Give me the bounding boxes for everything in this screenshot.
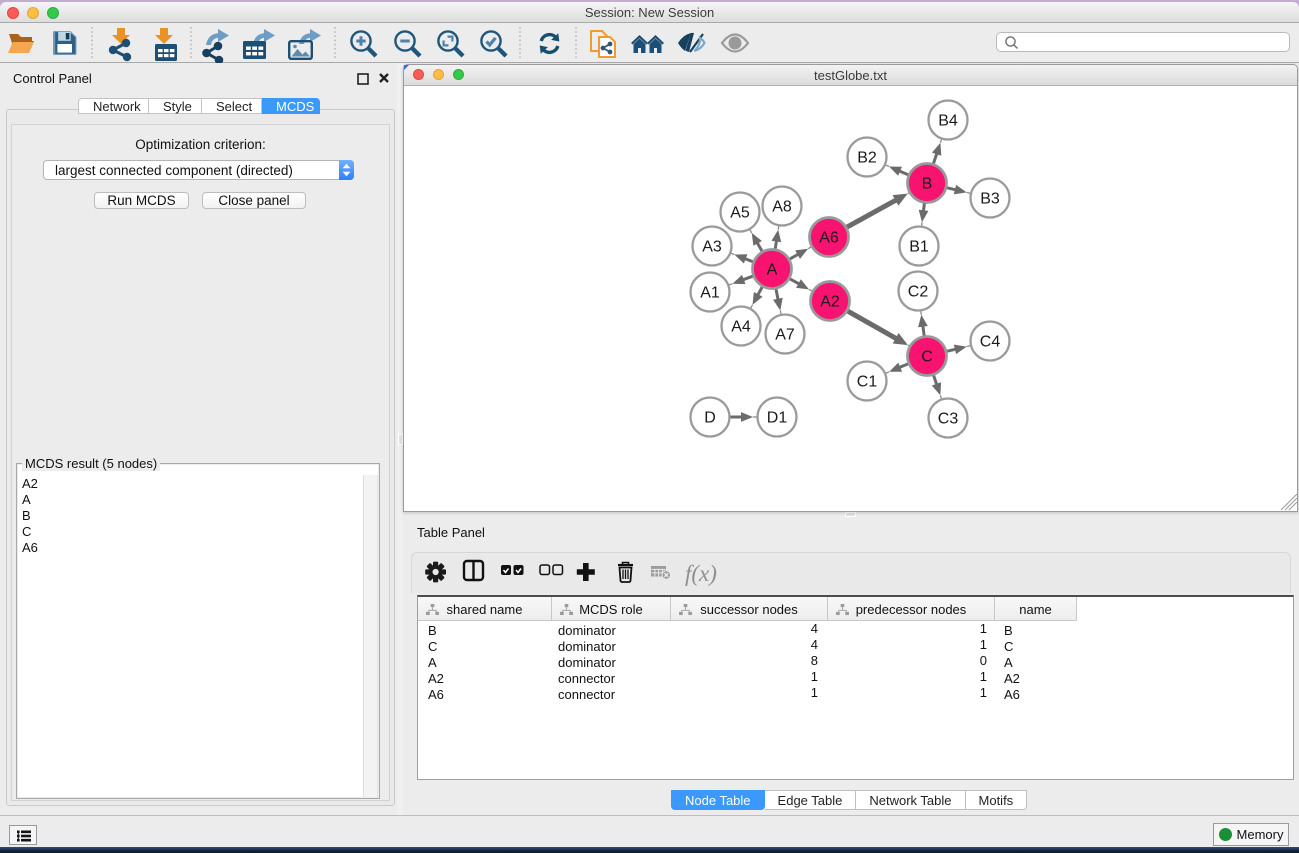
svg-text:B: B [922,176,933,193]
svg-text:C: C [921,349,933,366]
svg-text:B3: B3 [980,191,1000,208]
svg-text:A3: A3 [702,239,722,256]
svg-text:D1: D1 [767,410,788,427]
svg-text:A: A [767,262,778,279]
svg-text:A7: A7 [775,327,795,344]
svg-text:B2: B2 [857,150,877,167]
svg-text:C3: C3 [938,411,959,428]
svg-text:A4: A4 [731,319,751,336]
svg-text:A5: A5 [730,205,750,222]
svg-text:A1: A1 [700,285,720,302]
svg-text:A2: A2 [820,294,840,311]
svg-text:C4: C4 [980,334,1001,351]
svg-text:f(x): f(x) [685,561,717,586]
svg-text:C1: C1 [857,374,878,391]
svg-text:D: D [704,410,716,427]
svg-text:A6: A6 [819,230,839,247]
svg-text:B1: B1 [909,239,929,256]
svg-text:B4: B4 [938,113,958,130]
svg-text:A8: A8 [772,199,792,216]
svg-text:C2: C2 [908,284,929,301]
